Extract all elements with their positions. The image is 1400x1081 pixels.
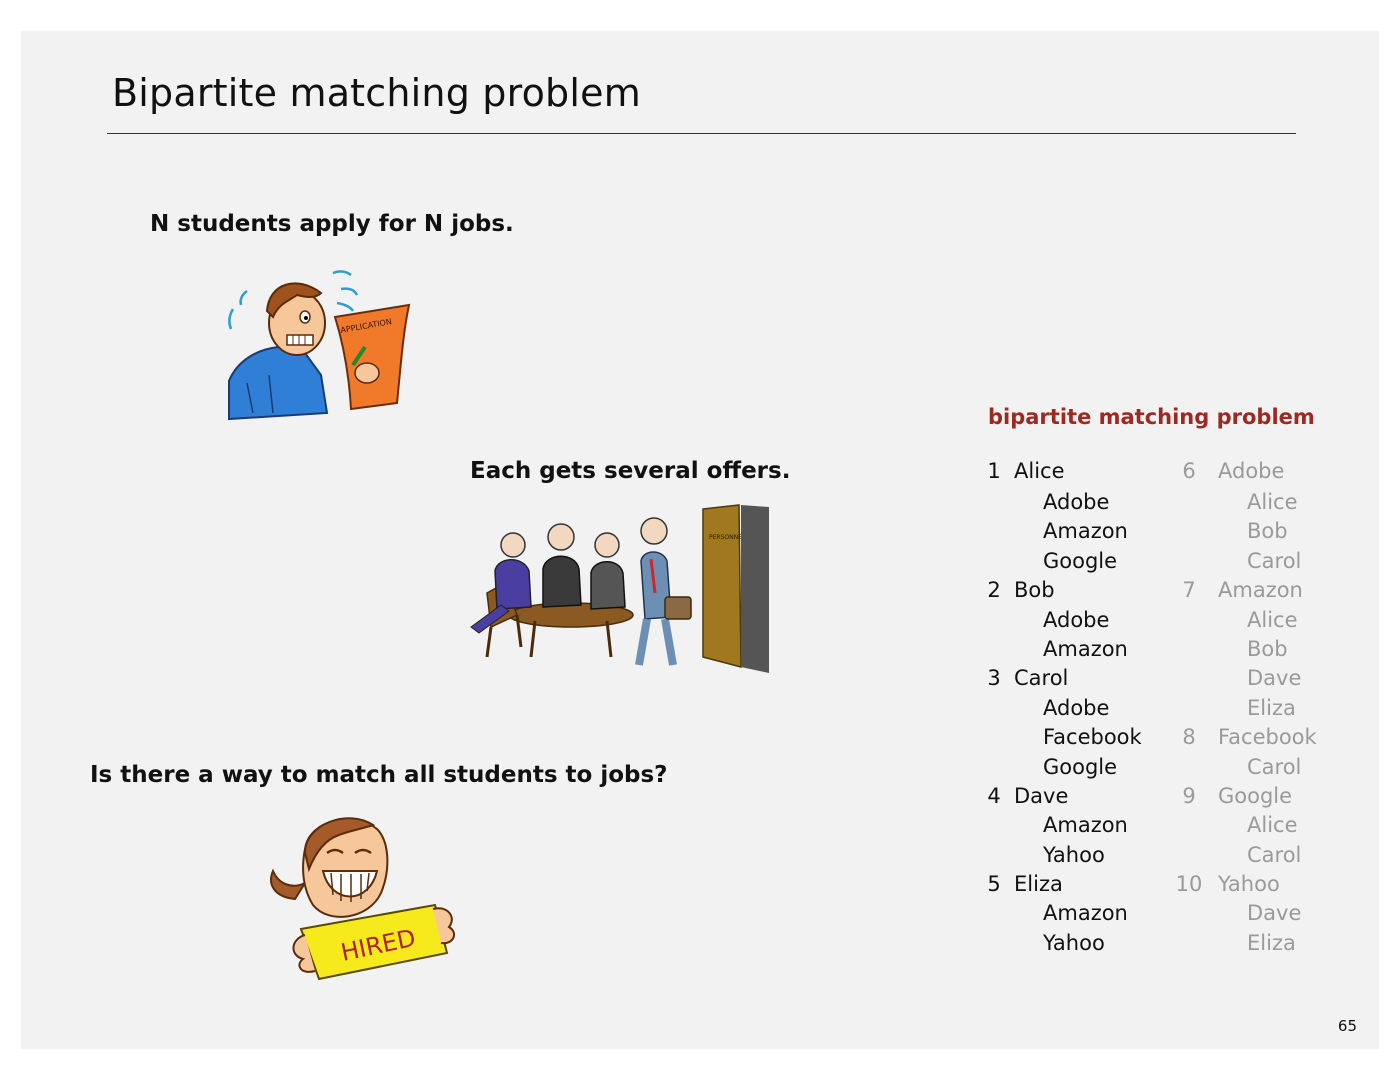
student-number: 5 <box>987 872 1001 897</box>
applicant-name: Alice <box>1247 490 1298 514</box>
bullet-offers: Each gets several offers. <box>470 458 791 484</box>
applicant-name: Carol <box>1247 842 1302 867</box>
job-choice: Yahoo <box>1043 842 1105 867</box>
applicant-name: Carol <box>1247 754 1302 779</box>
job-choice: Amazon <box>1043 813 1128 838</box>
student-name: Dave <box>1014 783 1069 808</box>
student-name: Carol <box>1014 666 1069 691</box>
student-number: 3 <box>987 666 1001 691</box>
job-number: 8 <box>1182 725 1196 750</box>
job-choice: Adobe <box>1043 490 1110 514</box>
job-name: Amazon <box>1218 578 1303 603</box>
job-choice: Amazon <box>1043 519 1128 544</box>
page-number: 65 <box>1337 1017 1357 1035</box>
applicant-name: Dave <box>1247 901 1302 926</box>
job-number: 9 <box>1182 783 1196 808</box>
job-name: Facebook <box>1218 725 1317 750</box>
student-number: 1 <box>987 459 1001 483</box>
applicant-name: Alice <box>1247 607 1298 632</box>
job-choice: Facebook <box>1043 725 1142 750</box>
student-name: Eliza <box>1014 872 1063 897</box>
job-choice: Amazon <box>1043 901 1128 926</box>
student-number: 4 <box>987 783 1001 808</box>
job-choice: Google <box>1043 548 1118 573</box>
job-number: 6 <box>1182 459 1196 483</box>
door-sign-label: PERSONNEL <box>709 534 746 541</box>
job-name: Yahoo <box>1218 872 1280 897</box>
job-choice: Adobe <box>1043 607 1110 632</box>
slide-title: Bipartite matching problem <box>112 71 641 115</box>
interview-panel-illustration: PERSONNEL <box>470 504 769 673</box>
job-choice: Yahoo <box>1043 930 1105 955</box>
job-choice: Amazon <box>1043 636 1128 661</box>
student-name: Bob <box>1014 578 1055 603</box>
applicant-name: Dave <box>1247 666 1302 691</box>
student-application-illustration: APPLICATION <box>228 270 411 421</box>
bullet-students-apply: N students apply for N jobs. <box>150 211 514 237</box>
job-name: Adobe <box>1218 459 1285 483</box>
bullet-match-question: Is there a way to match all students to … <box>90 762 668 788</box>
slide: Bipartite matching problem N students ap… <box>21 31 1379 1049</box>
applicant-name: Bob <box>1247 519 1288 544</box>
student-number: 2 <box>987 578 1001 603</box>
applicant-name: Eliza <box>1247 695 1296 720</box>
student-name: Alice <box>1014 459 1065 483</box>
job-choice: Adobe <box>1043 695 1110 720</box>
hired-student-illustration: HIRED <box>270 817 456 981</box>
applicant-name: Alice <box>1247 813 1298 838</box>
job-number: 7 <box>1182 578 1196 603</box>
job-number: 10 <box>1175 872 1203 897</box>
applicant-name: Bob <box>1247 636 1288 661</box>
applicant-name: Eliza <box>1247 930 1296 955</box>
panel-title: bipartite matching problem <box>988 405 1315 429</box>
job-name: Google <box>1218 783 1293 808</box>
job-choice: Google <box>1043 754 1118 779</box>
title-divider <box>107 133 1296 134</box>
applicant-name: Carol <box>1247 548 1302 573</box>
